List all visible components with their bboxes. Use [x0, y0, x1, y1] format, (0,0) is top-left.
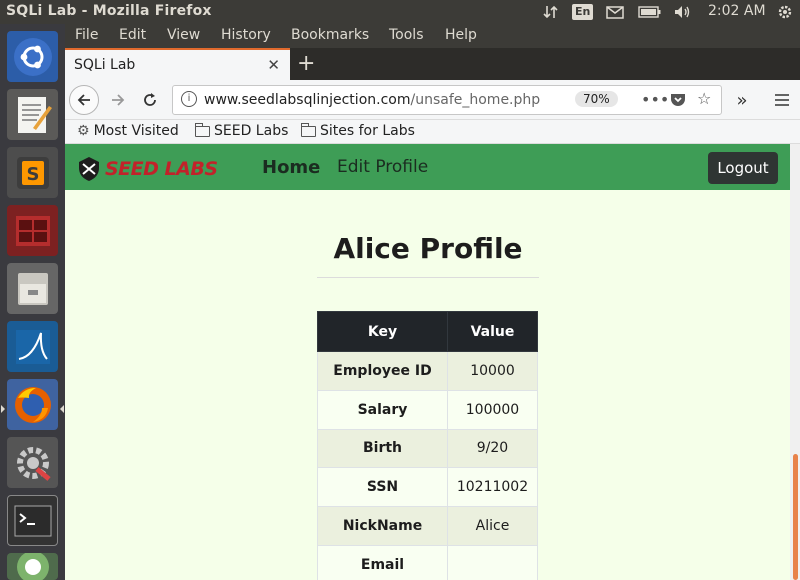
file-archive-icon[interactable]	[7, 263, 58, 314]
power-gear-icon[interactable]	[776, 3, 794, 21]
row-key: Salary	[317, 389, 448, 430]
bookmark-star-icon[interactable]: ☆	[697, 89, 711, 108]
volume-icon[interactable]	[673, 3, 693, 21]
url-bar[interactable]: i www.seedlabsqlinjection.com/unsafe_hom…	[172, 85, 722, 115]
clock[interactable]: 2:02 AM	[708, 3, 766, 19]
bookmark-sites-for-labs[interactable]: Sites for Labs	[301, 122, 415, 139]
hamburger-menu-icon[interactable]	[767, 85, 797, 115]
system-top-bar: SQLi Lab - Mozilla Firefox En 2:02 AM	[0, 0, 800, 24]
back-button[interactable]	[69, 85, 99, 115]
tab-sqli-lab[interactable]: SQLi Lab ✕	[65, 48, 290, 80]
launcher: S	[0, 24, 65, 580]
window-title: SQLi Lab - Mozilla Firefox	[6, 3, 212, 19]
mail-icon[interactable]	[605, 3, 625, 21]
menu-view[interactable]: View	[167, 27, 200, 43]
reload-button[interactable]	[135, 85, 165, 115]
browser-menubar: File Edit View History Bookmarks Tools H…	[65, 24, 800, 48]
network-arrows-icon[interactable]	[542, 3, 560, 21]
tab-strip: SQLi Lab ✕ +	[65, 48, 800, 80]
forward-button[interactable]	[103, 85, 133, 115]
row-key: SSN	[317, 467, 448, 508]
folder-icon	[195, 122, 210, 137]
table-row: Salary 100000	[317, 389, 538, 430]
new-tab-icon[interactable]: +	[297, 51, 315, 76]
menu-help[interactable]: Help	[445, 27, 477, 43]
wireshark-icon[interactable]	[7, 321, 58, 372]
tab-title: SQLi Lab	[74, 57, 136, 73]
menu-edit[interactable]: Edit	[119, 27, 146, 43]
header-value: Value	[447, 311, 538, 352]
row-key: Email	[317, 544, 448, 580]
keyboard-layout-indicator[interactable]: En	[572, 3, 594, 21]
row-key: NickName	[317, 506, 448, 546]
folder-icon	[301, 122, 316, 137]
row-value: Alice	[447, 506, 538, 546]
bookmark-seed-labs[interactable]: SEED Labs	[195, 122, 288, 139]
bookmarks-toolbar: ⚙ Most Visited SEED Labs Sites for Labs	[65, 120, 800, 144]
scrollbar-thumb[interactable]	[793, 454, 798, 580]
settings-icon[interactable]	[7, 437, 58, 488]
bookmark-most-visited[interactable]: ⚙ Most Visited	[77, 123, 179, 139]
site-navbar: SEED LABS Home Edit Profile Logout	[65, 144, 790, 190]
page-actions-icon[interactable]: •••	[641, 90, 669, 109]
row-key: Birth	[317, 428, 448, 469]
table-row: Email	[317, 544, 538, 580]
svg-text:S: S	[26, 164, 39, 185]
overflow-chevron-icon[interactable]: »	[727, 85, 757, 115]
nav-edit-profile-link[interactable]: Edit Profile	[337, 157, 428, 177]
tab-close-icon[interactable]: ✕	[267, 56, 280, 74]
menu-bookmarks[interactable]: Bookmarks	[291, 27, 369, 43]
site-info-icon[interactable]: i	[181, 91, 197, 107]
row-value: 9/20	[447, 428, 538, 469]
row-value: 100000	[447, 389, 538, 430]
page-scrollbar[interactable]	[790, 144, 800, 580]
gear-icon: ⚙	[77, 123, 90, 139]
table-row: NickName Alice	[317, 506, 538, 546]
table-row: Employee ID 10000	[317, 351, 538, 391]
menu-file[interactable]: File	[75, 27, 98, 43]
zoom-indicator[interactable]: 70%	[575, 91, 618, 107]
seed-labs-logo[interactable]: SEED LABS	[77, 154, 218, 182]
nav-home-link[interactable]: Home	[262, 157, 320, 178]
title-divider	[317, 277, 539, 278]
table-header-row: Key Value	[317, 311, 538, 352]
terminal-icon[interactable]	[7, 495, 58, 546]
row-key: Employee ID	[317, 351, 448, 391]
web-page: SEED LABS Home Edit Profile Logout Alice…	[65, 144, 790, 580]
row-value	[447, 544, 538, 580]
row-value: 10000	[447, 351, 538, 391]
table-row: SSN 10211002	[317, 467, 538, 508]
pocket-icon[interactable]	[670, 92, 686, 111]
navigation-toolbar: i www.seedlabsqlinjection.com/unsafe_hom…	[65, 80, 800, 120]
header-key: Key	[317, 311, 448, 352]
row-value: 10211002	[447, 467, 538, 508]
software-updater-icon[interactable]	[7, 553, 58, 580]
sublime-text-icon[interactable]: S	[7, 147, 58, 198]
menu-tools[interactable]: Tools	[389, 27, 424, 43]
logout-button[interactable]: Logout	[708, 152, 778, 184]
terminal-red-icon[interactable]	[7, 205, 58, 256]
url-text: www.seedlabsqlinjection.com/unsafe_home.…	[204, 92, 541, 108]
table-row: Birth 9/20	[317, 428, 538, 469]
profile-table: Key Value Employee ID 10000 Salary 10000…	[317, 311, 538, 580]
firefox-icon[interactable]	[7, 379, 58, 430]
logo-text: SEED LABS	[105, 158, 217, 180]
battery-icon[interactable]	[638, 3, 662, 21]
text-editor-icon[interactable]	[7, 89, 58, 140]
page-title: Alice Profile	[333, 232, 523, 265]
menu-history[interactable]: History	[221, 27, 271, 43]
ubuntu-dash-icon[interactable]	[7, 31, 58, 82]
